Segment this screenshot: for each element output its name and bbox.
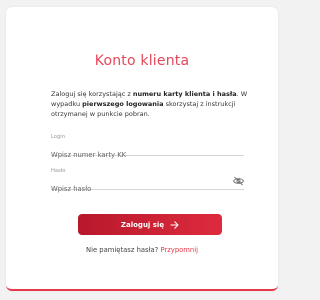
intro-bold-first-login: pierwszego logowania <box>82 100 164 108</box>
password-label: Hasło <box>51 168 66 174</box>
remind-password-link[interactable]: Przypomnij <box>160 246 198 254</box>
password-input[interactable] <box>51 183 226 195</box>
login-button-label: Zaloguj się <box>120 220 165 229</box>
login-instructions: Zaloguj się korzystając z numeru karty k… <box>51 89 251 119</box>
login-label: Login <box>51 134 65 140</box>
forgot-password: Nie pamiętasz hasła? Przypomnij <box>6 246 278 254</box>
page-title: Konto klienta <box>94 53 190 69</box>
login-button[interactable]: Zaloguj się <box>78 214 222 235</box>
login-card: Konto klienta Zaloguj się korzystając z … <box>6 7 278 291</box>
forgot-question: Nie pamiętasz hasła? <box>85 246 159 254</box>
eye-off-icon[interactable] <box>233 176 244 186</box>
login-input[interactable] <box>51 149 244 161</box>
login-field-wrapper <box>51 142 244 161</box>
intro-text: Zaloguj się korzystając z <box>51 90 133 98</box>
arrow-right-icon <box>170 220 179 229</box>
intro-bold-card: numeru karty klienta i hasła <box>132 90 237 98</box>
password-field-wrapper <box>51 176 244 195</box>
